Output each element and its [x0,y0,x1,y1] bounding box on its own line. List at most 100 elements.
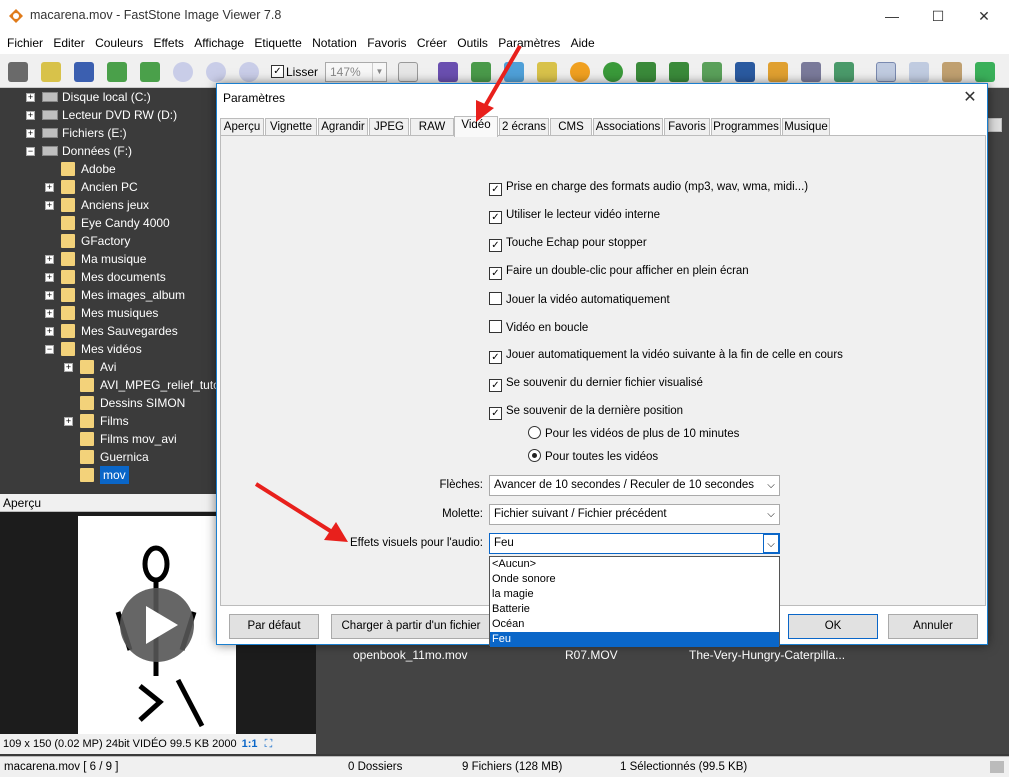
menu-outils[interactable]: Outils [450,32,488,50]
expand-icon[interactable]: + [45,273,54,282]
color-balance-icon[interactable] [537,62,557,82]
open-folder-icon[interactable] [41,62,61,82]
close-button[interactable]: ✕ [961,0,1007,32]
tab-2-ecrans[interactable]: 2 écrans [499,118,549,136]
menu-etiquette[interactable]: Etiquette [247,32,301,50]
menu-couleurs[interactable]: Couleurs [88,32,143,50]
tree-item[interactable]: + Fichiers (E:) [0,124,218,142]
dialog-close-icon[interactable]: ✕ [953,84,987,112]
menu-fichier[interactable]: Fichier [0,32,43,50]
tree-item[interactable]: AVI_MPEG_relief_tutos [0,376,218,394]
expand-icon[interactable]: + [64,363,73,372]
ratio-label[interactable]: 1:1 [242,738,258,750]
expand-icon[interactable]: + [45,255,54,264]
tab-vignette[interactable]: Vignette [265,118,317,136]
expand-icon[interactable]: + [45,309,54,318]
rotate-left-icon[interactable] [636,62,656,82]
option-checkbox[interactable]: ✓ Se souvenir du dernier fichier visualis… [489,376,703,392]
expand-icon[interactable]: + [45,327,54,336]
thumbnail-label[interactable]: The-Very-Hungry-Caterpilla... [689,648,845,662]
tree-item[interactable]: + Mes musiques [0,304,218,322]
dropdown-option[interactable]: Océan [490,617,779,632]
menu-creer[interactable]: Créer [410,32,447,50]
tab-programmes[interactable]: Programmes [711,118,781,136]
tree-item[interactable]: + Avi [0,358,218,376]
smooth-checkbox[interactable]: ✓ [271,65,284,78]
ok-button[interactable]: OK [788,614,878,639]
tree-item[interactable]: + Films [0,412,218,430]
tab-cms[interactable]: CMS [550,118,592,136]
expand-icon[interactable]: + [26,93,35,102]
collapse-icon[interactable]: − [26,147,35,156]
option-checkbox[interactable]: Jouer la vidéo automatiquement [489,292,670,308]
cancel-button[interactable]: Annuler [888,614,978,639]
radio-long-videos[interactable]: Pour les vidéos de plus de 10 minutes [528,426,739,442]
menu-editer[interactable]: Editer [46,32,84,50]
actual-size-icon[interactable] [239,62,259,82]
collapse-icon[interactable]: − [45,345,54,354]
option-checkbox[interactable]: ✓ Touche Echap pour stopper [489,236,647,252]
tree-item[interactable]: − Données (F:) [0,142,218,160]
checkbox-checked-icon[interactable]: ✓ [489,267,502,280]
option-checkbox[interactable]: ✓ Faire un double-clic pour afficher en p… [489,264,749,280]
tab-apercu[interactable]: Aperçu [220,118,264,136]
tab-associations[interactable]: Associations [593,118,663,136]
tree-item[interactable]: Dessins SIMON [0,394,218,412]
expand-icon[interactable]: + [26,111,35,120]
histogram-icon[interactable] [702,62,722,82]
checkbox-empty-icon[interactable] [489,292,502,305]
save-icon[interactable] [74,62,94,82]
load-from-file-button[interactable]: Charger à partir d'un fichier [331,614,491,639]
next-icon[interactable] [140,62,160,82]
layout-1-icon[interactable] [876,62,896,82]
option-checkbox[interactable]: ✓ Prise en charge des formats audio (mp3,… [489,180,808,196]
checkbox-checked-icon[interactable]: ✓ [489,239,502,252]
tree-item[interactable]: − Mes vidéos [0,340,218,358]
tab-agrandir[interactable]: Agrandir [318,118,368,136]
checkbox-checked-icon[interactable]: ✓ [489,183,502,196]
draw-icon[interactable] [768,62,788,82]
arrows-select[interactable]: Avancer de 10 secondes / Reculer de 10 s… [489,475,780,496]
default-button[interactable]: Par défaut [229,614,319,639]
expand-icon[interactable]: + [45,201,54,210]
expand-icon[interactable]: + [45,291,54,300]
trash-icon[interactable] [988,118,1002,132]
menu-aide[interactable]: Aide [564,32,595,50]
rotate-right-icon[interactable] [669,62,689,82]
checkbox-checked-icon[interactable]: ✓ [489,407,502,420]
tree-item[interactable]: + Ancien PC [0,178,218,196]
tree-item[interactable]: + Lecteur DVD RW (D:) [0,106,218,124]
radio-all-videos[interactable]: Pour toutes les vidéos [528,449,658,465]
tree-item[interactable]: + Disque local (C:) [0,88,218,106]
fit-icon[interactable]: ⛶ [265,738,273,750]
menu-parametres[interactable]: Paramètres [491,32,560,50]
layout-2-icon[interactable] [909,62,929,82]
red-eye-icon[interactable] [603,62,623,82]
checkbox-checked-icon[interactable]: ✓ [489,211,502,224]
checkbox-checked-icon[interactable]: ✓ [489,351,502,364]
tree-item[interactable]: + Mes documents [0,268,218,286]
tree-item[interactable]: Eye Candy 4000 [0,214,218,232]
dropdown-option[interactable]: Batterie [490,602,779,617]
tree-item[interactable]: + Mes images_album [0,286,218,304]
tree-item[interactable]: mov [0,466,218,484]
tree-item[interactable]: Films mov_avi [0,430,218,448]
menu-effets[interactable]: Effets [146,32,183,50]
menu-favoris[interactable]: Favoris [360,32,406,50]
tab-favoris[interactable]: Favoris [664,118,710,136]
wheel-select[interactable]: Fichier suivant / Fichier précédent ⌵ [489,504,780,525]
maximize-button[interactable]: ☐ [915,0,961,32]
thumbnail-label[interactable]: R07.MOV [565,648,618,662]
dropdown-option[interactable]: Feu [490,632,779,647]
thumbnail-label[interactable]: openbook_11mo.mov [353,648,468,662]
tree-item[interactable]: Adobe [0,160,218,178]
tree-item[interactable]: + Mes Sauvegardes [0,322,218,340]
radio-all-videos-button[interactable] [528,449,541,462]
radio-long-videos-button[interactable] [528,426,541,439]
expand-icon[interactable]: + [26,129,35,138]
fullscreen-icon[interactable] [975,62,995,82]
tree-item[interactable]: Guernica [0,448,218,466]
tab-video[interactable]: Vidéo [454,116,498,137]
expand-icon[interactable]: + [45,183,54,192]
tab-jpeg[interactable]: JPEG [369,118,409,136]
